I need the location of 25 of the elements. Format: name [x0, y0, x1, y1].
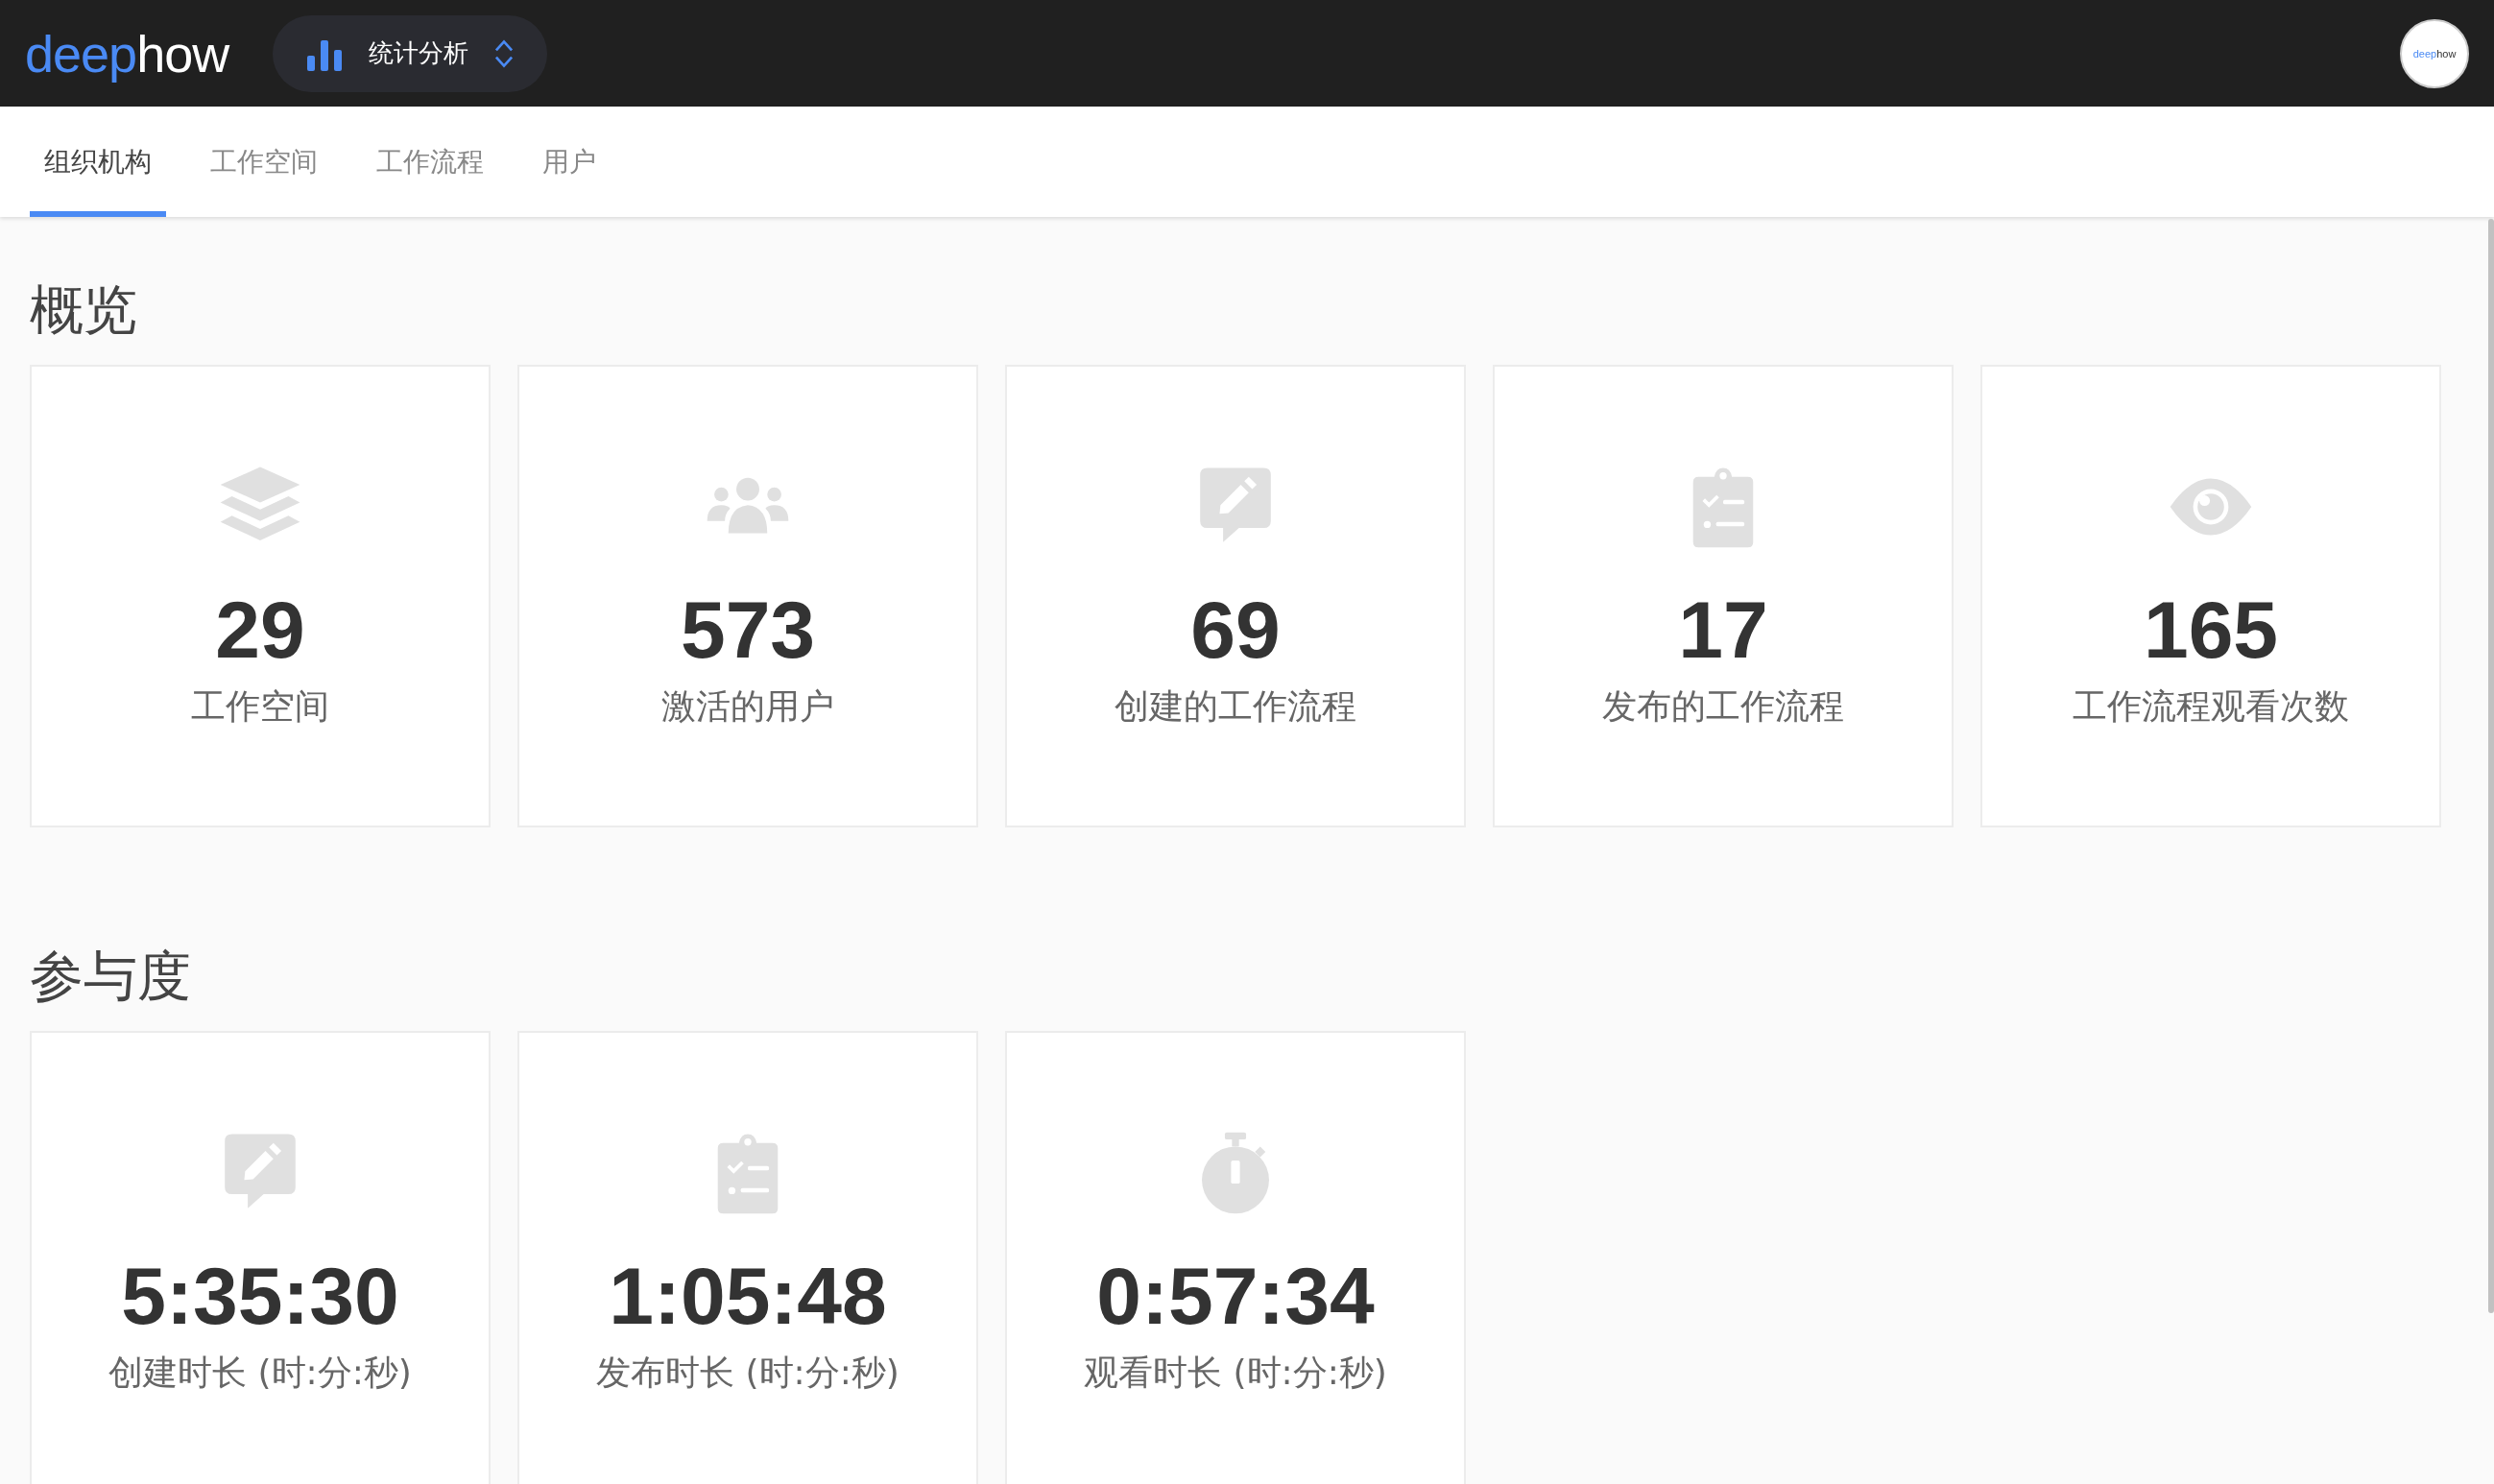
- stat-label: 创建的工作流程: [1115, 685, 1356, 729]
- stat-label: 工作空间: [191, 685, 329, 729]
- stat-value: 29: [215, 586, 305, 675]
- stat-value: 0:57:34: [1096, 1252, 1375, 1341]
- tab[interactable]: 用户: [528, 107, 611, 217]
- stat-label: 发布的工作流程: [1602, 685, 1844, 729]
- tab[interactable]: 工作空间: [196, 107, 332, 217]
- stat-value: 1:05:48: [609, 1252, 887, 1341]
- stat-value: 17: [1678, 586, 1768, 675]
- stat-label: 激活的用户: [661, 685, 834, 729]
- stat-value: 5:35:30: [121, 1252, 399, 1341]
- stat-label: 发布时长 (时:分:秒): [596, 1352, 899, 1395]
- avatar[interactable]: deephow: [2400, 18, 2469, 88]
- section-title: 参与度: [30, 944, 192, 1009]
- scrollbar[interactable]: [2488, 219, 2494, 1313]
- stat-label: 创建时长 (时:分:秒): [108, 1352, 412, 1395]
- stat-label: 观看时长 (时:分:秒): [1084, 1352, 1387, 1395]
- stat-value: 573: [680, 586, 816, 675]
- tab[interactable]: 工作流程: [362, 107, 498, 217]
- stat-label: 工作流程观看次数: [2073, 685, 2349, 729]
- app-switcher[interactable]: 统计分析: [273, 14, 548, 92]
- stat-value: 165: [2143, 586, 2279, 675]
- stat-value: 69: [1190, 586, 1281, 675]
- tab[interactable]: 组织机构: [30, 107, 166, 217]
- section-title: 概览: [30, 277, 138, 343]
